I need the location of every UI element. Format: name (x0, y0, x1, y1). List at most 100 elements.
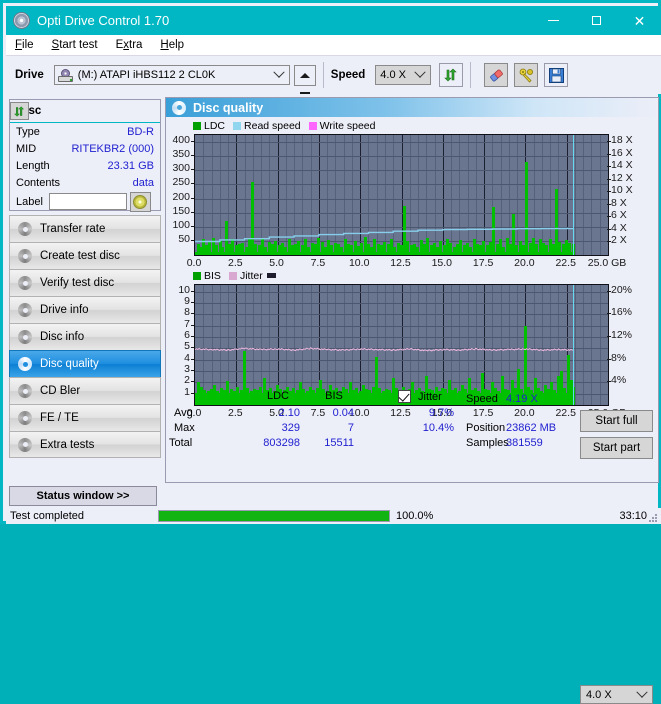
disc-row-mid: MID RITEKBR2 (000) (10, 140, 160, 157)
x-tick-label: 22.5 (555, 257, 576, 269)
y-tick (191, 155, 194, 157)
window-title: Opti Drive Control 1.70 (37, 13, 170, 28)
close-button[interactable]: ✕ (618, 6, 661, 35)
legend-swatch-write-speed (308, 121, 317, 130)
legend-label-read-speed: Read speed (244, 119, 301, 132)
sidebar-item-label: Create test disc (40, 250, 120, 262)
eraser-button[interactable] (484, 63, 509, 87)
y-tick (191, 290, 194, 292)
disc-label-button[interactable] (129, 191, 151, 212)
eject-icon (299, 72, 310, 94)
start-part-button[interactable]: Start part (580, 437, 653, 459)
stats-samples-value: 381559 (506, 437, 543, 449)
disc-label-input[interactable] (48, 193, 127, 210)
chart-cursor-line[interactable] (573, 285, 574, 405)
tools-button[interactable] (514, 63, 539, 87)
status-window-button[interactable]: Status window >> (9, 486, 157, 506)
sidebar-item-label: CD Bler (40, 385, 81, 397)
sidebar-item-cd-bler[interactable]: CD Bler (9, 377, 161, 404)
sidebar-item-extra-tests[interactable]: Extra tests (9, 431, 161, 458)
menu-start-rest: tart test (59, 39, 98, 51)
y2-tick (607, 141, 611, 143)
tools-icon (519, 68, 533, 83)
sidebar-item-disc-info[interactable]: Disc info (9, 323, 161, 350)
y-tick (191, 141, 194, 143)
disc-row-length-value: 23.31 GB (107, 159, 154, 172)
y2-tick-label: 14 X (611, 159, 633, 172)
resize-grip-icon[interactable] (648, 513, 657, 522)
main-panel-title: Disc quality (193, 100, 264, 115)
speed-select[interactable]: 4.0 X (375, 65, 432, 85)
y2-tick (607, 178, 611, 180)
x-tick-label: 0.0 (186, 257, 202, 269)
y2-tick-label: 2 X (611, 234, 627, 247)
sidebar-item-label: Transfer rate (40, 223, 106, 235)
stats-row-total-key: Total (169, 437, 193, 449)
chart-bis-plot[interactable] (194, 284, 609, 406)
sidebar-item-create-test-disc[interactable]: Create test disc (9, 242, 161, 269)
sidebar-item-label: Extra tests (40, 438, 95, 451)
maximize-button[interactable] (575, 6, 618, 35)
x-tick-label: 25.0 GB (587, 257, 627, 269)
menu-item-start-test[interactable]: Start test (43, 39, 107, 51)
y-tick (191, 324, 194, 326)
sidebar-item-fe-te[interactable]: FE / TE (9, 404, 161, 431)
legend-label-jitter: Jitter (239, 269, 263, 282)
menu-bar: File Start test Extra Help (6, 35, 661, 56)
disc-row-contents-value: data (132, 176, 154, 189)
stats-col-jitter: Jitter (418, 391, 442, 403)
y-tick (191, 392, 194, 394)
x-tick-label: 15.0 (431, 257, 453, 269)
menu-item-extra[interactable]: Extra (107, 39, 152, 51)
y2-tick-label: 6 X (611, 209, 627, 222)
start-full-button[interactable]: Start full (580, 410, 653, 432)
y2-tick (607, 358, 611, 360)
sidebar-item-disc-quality[interactable]: Disc quality (9, 350, 161, 377)
y2-tick-label: 12% (611, 329, 633, 342)
menu-item-help[interactable]: Help (151, 39, 193, 51)
sidebar-item-label: Verify test disc (40, 277, 115, 289)
speed-label: Speed (330, 69, 366, 81)
disc-row-contents-key: Contents (16, 176, 61, 189)
y-tick (191, 197, 194, 199)
stats-row-avg-bis: 0.04 (332, 407, 354, 419)
minimize-button[interactable] (532, 6, 575, 35)
chart-bis[interactable]: 1 2 3 4 5 6 7 8 9 10 4% 8% 12% 16% 20% 0.0 2.5 5.0 7.5 10.0… (166, 282, 658, 422)
menu-item-file[interactable]: File (6, 39, 43, 51)
stats-speed-value: 4.19 X (506, 393, 538, 405)
sidebar-item-drive-info[interactable]: Drive info (9, 296, 161, 323)
y-tick (191, 313, 194, 315)
stats-position-key: Position (466, 422, 506, 434)
eject-button[interactable] (293, 64, 316, 94)
y2-tick-label: 4% (611, 374, 627, 387)
save-button[interactable] (544, 63, 569, 87)
stats-row-avg-jitter: 9.7% (428, 407, 454, 419)
jitter-checkbox[interactable] (398, 390, 411, 403)
save-icon (548, 67, 564, 83)
disc-quality-icon (172, 100, 186, 115)
disc-refresh-button[interactable] (10, 102, 29, 120)
chart-ldc[interactable]: 50 100 150 200 250 300 350 400 2 X4 X6 X8 X 10 X1… (166, 132, 658, 269)
legend-item-write-speed: Write speed (308, 120, 376, 132)
chart-jitter-line (195, 347, 574, 352)
refresh-icon (444, 68, 458, 82)
disc-row-mid-value: RITEKBR2 (000) (71, 142, 154, 155)
sidebar-item-transfer-rate[interactable]: Transfer rate (9, 215, 161, 242)
disc-panel-header: Disc (10, 100, 160, 123)
chart2-legend: BIS Jitter (166, 269, 658, 282)
chart-ldc-plot[interactable] (194, 134, 609, 256)
refresh-button[interactable] (439, 63, 464, 87)
y-tick (191, 211, 194, 213)
test-speed-select[interactable]: 4.0 X (580, 685, 653, 704)
disc-bler-icon (17, 383, 33, 399)
drive-select[interactable]: (M:) ATAPI iHBS112 2 CL0K (53, 65, 290, 85)
chart-cursor-line[interactable] (573, 135, 574, 255)
y2-tick (607, 153, 611, 155)
legend-item-bis: BIS (193, 270, 221, 282)
cd-icon (133, 194, 148, 209)
y-tick (191, 302, 194, 304)
y-tick-label: 50 (178, 232, 190, 245)
disc-row-contents: Contents data (10, 174, 160, 191)
sidebar-item-verify-test-disc[interactable]: Verify test disc (9, 269, 161, 296)
y-tick-label: 4 (184, 351, 190, 364)
